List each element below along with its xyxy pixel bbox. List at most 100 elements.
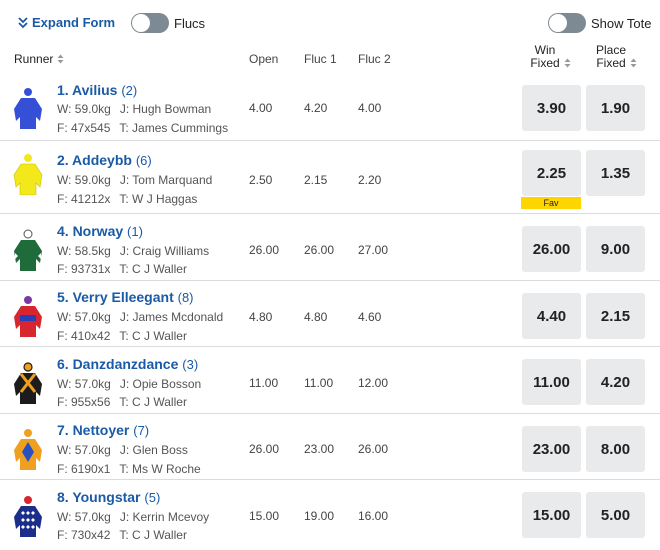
yellow-jersey-icon: [13, 154, 43, 195]
jockey: J: Opie Bosson: [119, 377, 202, 391]
place-fixed-column-header[interactable]: Place Fixed: [595, 44, 637, 70]
weight: W: 59.0kg: [57, 173, 111, 187]
fluc1-odds: 4.80: [304, 310, 328, 324]
place-fixed-price-button[interactable]: 1.90: [586, 85, 645, 131]
runner-name-text: 7. Nettoyer: [57, 422, 130, 438]
form: F: 47x545: [57, 121, 111, 135]
black-orange-jersey-icon: [14, 362, 42, 404]
runner-row: 6. Danzdanzdance (3) W: 57.0kg J: Opie Bo…: [0, 348, 660, 414]
runner-name-text: 8. Youngstar: [57, 489, 141, 505]
runner-name[interactable]: 2. Addeybb (6): [57, 152, 152, 168]
sort-icon: [564, 58, 571, 68]
fluc2-odds: 2.20: [358, 173, 382, 187]
row-divider: [0, 346, 660, 347]
toggle-knob: [549, 14, 567, 32]
open-odds: 26.00: [249, 442, 280, 456]
runner-weight-jockey: W: 57.0kg J: Opie Bosson: [57, 377, 201, 391]
place-fixed-price-button[interactable]: 2.15: [586, 293, 645, 339]
barrier-number: (2): [121, 83, 138, 98]
weight: W: 57.0kg: [57, 510, 111, 524]
expand-form-button[interactable]: Expand Form: [18, 15, 115, 30]
runner-name[interactable]: 8. Youngstar (5): [57, 489, 160, 505]
runner-name[interactable]: 7. Nettoyer (7): [57, 422, 149, 438]
fluc1-odds: 23.00: [304, 442, 335, 456]
runner-column-header[interactable]: Runner: [14, 52, 64, 66]
open-odds: 15.00: [249, 509, 280, 523]
flucs-toggle[interactable]: [131, 13, 169, 33]
runner-name[interactable]: 1. Avilius (2): [57, 82, 137, 98]
barrier-number: (6): [135, 153, 152, 168]
fluc2-odds: 27.00: [358, 243, 389, 257]
place-fixed-price-button[interactable]: 5.00: [586, 492, 645, 538]
runner-row: 1. Avilius (2) W: 59.0kg J: Hugh Bowman F…: [0, 75, 660, 141]
win-fixed-price-button[interactable]: 26.00: [522, 226, 581, 272]
expand-form-label: Expand Form: [32, 15, 116, 30]
flucs-label: Flucs: [174, 16, 206, 31]
blue-jersey-icon: [14, 88, 42, 129]
barrier-number: (1): [127, 224, 143, 239]
runner-row: 7. Nettoyer (7) W: 57.0kg J: Glen Boss F:…: [0, 414, 660, 480]
show-tote-toggle[interactable]: [548, 13, 586, 33]
jockey: J: Hugh Bowman: [119, 102, 212, 116]
win-fixed-price-button[interactable]: 3.90: [522, 85, 581, 131]
place-fixed-price-button[interactable]: 8.00: [586, 426, 645, 472]
runner-form-trainer: F: 41212x T: W J Haggas: [57, 192, 197, 206]
runner-weight-jockey: W: 57.0kg J: Glen Boss: [57, 443, 188, 457]
trainer: T: Ms W Roche: [119, 462, 201, 476]
row-divider: [0, 213, 660, 214]
runner-weight-jockey: W: 59.0kg J: Hugh Bowman: [57, 102, 211, 116]
weight: W: 57.0kg: [57, 443, 111, 457]
place-fixed-price-button[interactable]: 9.00: [586, 226, 645, 272]
runner-form-trainer: F: 955x56 T: C J Waller: [57, 395, 187, 409]
show-tote-label: Show Tote: [591, 16, 652, 31]
barrier-number: (8): [177, 290, 194, 305]
win-fixed-price-button[interactable]: 2.25: [522, 150, 581, 196]
win-fixed-price-button[interactable]: 15.00: [522, 492, 581, 538]
runner-weight-jockey: W: 57.0kg J: Kerrin Mcevoy: [57, 510, 209, 524]
trainer: T: C J Waller: [119, 395, 187, 409]
form: F: 93731x: [57, 262, 111, 276]
barrier-number: (7): [133, 423, 150, 438]
fluc1-odds: 11.00: [304, 376, 334, 390]
place-fixed-price-button[interactable]: 1.35: [586, 150, 645, 196]
form: F: 6190x1: [57, 462, 111, 476]
sort-icon: [57, 54, 64, 64]
form: F: 410x42: [57, 329, 111, 343]
win-header-line2: Fixed: [530, 56, 560, 70]
runner-name[interactable]: 6. Danzdanzdance (3): [57, 356, 198, 372]
fluc2-odds: 12.00: [358, 376, 389, 390]
open-odds: 2.50: [249, 173, 273, 187]
place-fixed-price-button[interactable]: 4.20: [586, 359, 645, 405]
sort-icon: [630, 58, 637, 68]
barrier-number: (3): [182, 357, 199, 372]
fluc2-odds: 26.00: [358, 442, 389, 456]
form: F: 41212x: [57, 192, 111, 206]
runner-name[interactable]: 5. Verry Elleegant (8): [57, 289, 194, 305]
win-fixed-column-header[interactable]: Win Fixed: [529, 44, 571, 70]
toggle-knob: [132, 14, 150, 32]
orange-blue-jersey-icon: [14, 429, 42, 470]
toolbar: Expand Form Flucs Show Tote: [0, 0, 660, 44]
open-odds: 11.00: [249, 376, 279, 390]
weight: W: 58.5kg: [57, 244, 111, 258]
weight: W: 59.0kg: [57, 102, 111, 116]
win-fixed-price-button[interactable]: 11.00: [522, 359, 581, 405]
weight: W: 57.0kg: [57, 310, 111, 324]
win-fixed-price-button[interactable]: 23.00: [522, 426, 581, 472]
runner-form-trainer: F: 730x42 T: C J Waller: [57, 528, 187, 542]
jockey: J: Craig Williams: [119, 244, 210, 258]
weight: W: 57.0kg: [57, 377, 111, 391]
red-blue-jersey-icon: [14, 296, 42, 337]
double-chevron-down-icon: [18, 16, 28, 28]
form: F: 730x42: [57, 528, 111, 542]
runner-form-trainer: F: 410x42 T: C J Waller: [57, 329, 187, 343]
fluc2-odds: 4.00: [358, 101, 382, 115]
barrier-number: (5): [144, 490, 161, 505]
form: F: 955x56: [57, 395, 111, 409]
runner-form-trainer: F: 6190x1 T: Ms W Roche: [57, 462, 201, 476]
runner-row: 4. Norway (1) W: 58.5kg J: Craig Williams…: [0, 215, 660, 281]
runner-name[interactable]: 4. Norway (1): [57, 223, 143, 239]
win-fixed-price-button[interactable]: 4.40: [522, 293, 581, 339]
fluc1-column-header: Fluc 1: [304, 52, 337, 66]
runner-weight-jockey: W: 59.0kg J: Tom Marquand: [57, 173, 212, 187]
